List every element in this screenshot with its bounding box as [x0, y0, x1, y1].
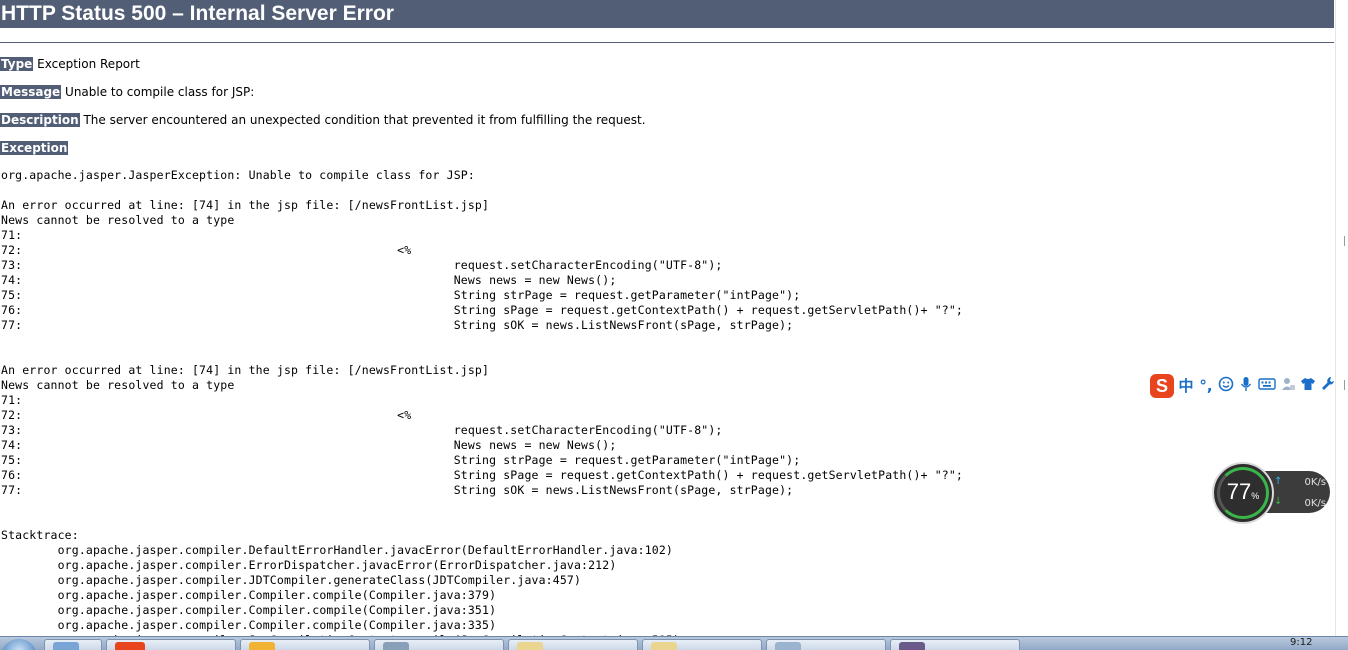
taskbar-item-3[interactable]: [240, 639, 370, 650]
field-type: Type Exception Report: [0, 56, 140, 72]
ime-punctuation-toggle[interactable]: °,: [1198, 376, 1214, 396]
exception-block-2: An error occurred at line: [74] in the j…: [1, 363, 964, 497]
window-icon: [53, 642, 79, 650]
app-icon: [115, 642, 145, 650]
vertical-scrollbar[interactable]: [1335, 0, 1348, 636]
upload-speed: 0K/s: [1304, 477, 1327, 488]
page-title: HTTP Status 500 – Internal Server Error: [0, 0, 1334, 28]
shirt-icon[interactable]: [1300, 376, 1316, 397]
network-speed-widget[interactable]: ↑ 0K/s ↓ 0K/s 77%: [1212, 462, 1332, 524]
taskbar-item-8[interactable]: [890, 639, 1020, 650]
usage-percent-unit: %: [1251, 491, 1260, 501]
field-message-value: Unable to compile class for JSP:: [65, 85, 255, 99]
taskbar-item-7[interactable]: [766, 639, 886, 650]
ime-toolbar[interactable]: S 中 °,: [1150, 373, 1348, 399]
taskbar-item-2[interactable]: [106, 639, 236, 650]
field-description: Description The server encountered an un…: [0, 112, 646, 128]
usage-percent-value: 77: [1226, 479, 1252, 504]
smiley-icon[interactable]: [1218, 376, 1234, 397]
field-type-tag: Type: [0, 57, 34, 71]
field-exception: Exception: [0, 140, 69, 156]
field-message-tag: Message: [0, 85, 62, 99]
window-icon: [775, 642, 801, 650]
stacktrace-label: Stacktrace:: [1, 528, 79, 542]
ime-language-toggle[interactable]: 中: [1178, 376, 1194, 396]
download-speed: 0K/s: [1304, 498, 1327, 509]
error-page: HTTP Status 500 – Internal Server Error …: [0, 0, 1334, 636]
field-description-value: The server encountered an unexpected con…: [83, 113, 646, 127]
keyboard-icon[interactable]: [1258, 376, 1276, 396]
usage-percent: 77%: [1214, 480, 1272, 508]
folder-icon: [651, 642, 677, 650]
field-type-value: Exception Report: [37, 57, 140, 71]
taskbar-item-6[interactable]: [642, 639, 762, 650]
microphone-icon[interactable]: [1238, 376, 1254, 397]
sogou-logo-icon[interactable]: S: [1150, 374, 1174, 398]
scrollbar-grip-top[interactable]: [1344, 236, 1348, 246]
settings-icon: [899, 642, 925, 650]
exception-block-1: An error occurred at line: [74] in the j…: [1, 198, 964, 332]
stacktrace-lines: org.apache.jasper.compiler.DefaultErrorH…: [57, 543, 680, 636]
field-message: Message Unable to compile class for JSP:: [0, 84, 254, 100]
browser-icon: [249, 642, 275, 650]
exception-header: org.apache.jasper.JasperException: Unabl…: [1, 168, 475, 182]
taskbar-item-4[interactable]: [374, 639, 504, 650]
header-divider: [0, 42, 1334, 43]
memory-usage-dial[interactable]: 77%: [1212, 462, 1274, 524]
taskbar: 9:12: [0, 636, 1348, 650]
field-description-tag: Description: [0, 113, 80, 127]
taskbar-item-1[interactable]: [44, 639, 102, 650]
taskbar-item-5[interactable]: [508, 639, 638, 650]
field-exception-tag: Exception: [0, 141, 69, 155]
folder-icon: [517, 642, 543, 650]
start-button[interactable]: [2, 639, 36, 650]
system-clock: 9:12: [1290, 637, 1313, 648]
wrench-icon[interactable]: [1320, 376, 1336, 397]
user-icon[interactable]: [1280, 376, 1296, 397]
app-icon: [383, 642, 409, 650]
